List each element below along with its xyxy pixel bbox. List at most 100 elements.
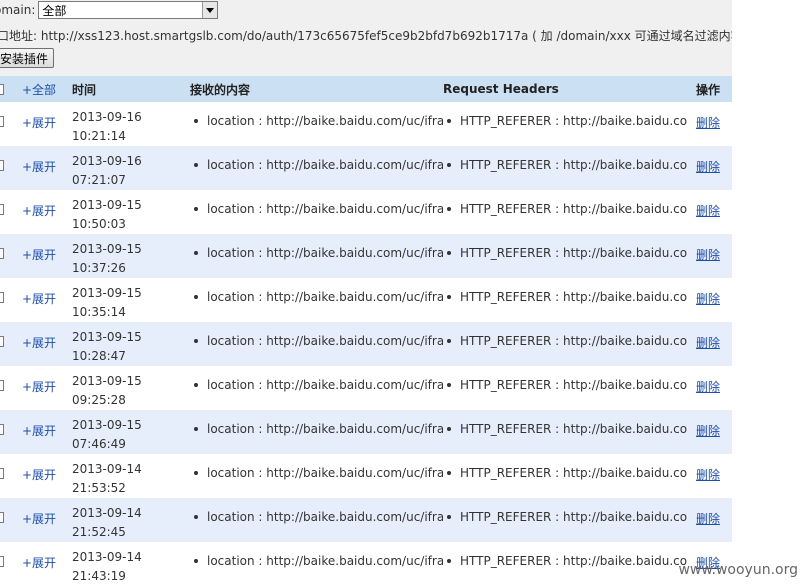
row-expand-cell: +展开: [22, 498, 72, 542]
expand-link[interactable]: +展开: [22, 278, 72, 307]
row-expand-cell: +展开: [22, 542, 72, 586]
row-checkbox[interactable]: [0, 512, 4, 523]
interface-address: 口地址: http://xss123.host.smartgslb.com/do…: [0, 28, 748, 43]
row-content: location : http://baike.baidu.com/uc/ifr…: [207, 510, 443, 524]
row-request-header: HTTP_REFERER : http://baike.baidu.co: [460, 510, 688, 524]
row-content-cell: location : http://baike.baidu.com/uc/ifr…: [190, 102, 443, 146]
table-row: +展开 2013-09-14 21:53:52 location : http://b…: [0, 454, 732, 498]
expand-link[interactable]: +展开: [22, 542, 72, 571]
row-date: 2013-09-15: [72, 330, 142, 344]
select-all-checkbox[interactable]: [0, 83, 4, 95]
expand-link[interactable]: +展开: [22, 146, 72, 175]
row-request-header: HTTP_REFERER : http://baike.baidu.co: [460, 246, 688, 260]
row-expand-cell: +展开: [22, 234, 72, 278]
row-time: 07:46:49: [72, 437, 126, 451]
row-checkbox[interactable]: [0, 468, 4, 479]
row-content-cell: location : http://baike.baidu.com/uc/ifr…: [190, 322, 443, 366]
row-time-cell: 2013-09-15 07:46:49: [72, 410, 190, 454]
expand-link[interactable]: +展开: [22, 234, 72, 263]
row-content: location : http://baike.baidu.com/uc/ifr…: [207, 202, 443, 216]
expand-link[interactable]: +展开: [22, 454, 72, 483]
delete-link[interactable]: 删除: [696, 102, 732, 131]
row-expand-cell: +展开: [22, 322, 72, 366]
delete-link[interactable]: 删除: [696, 454, 732, 483]
row-checkbox[interactable]: [0, 292, 4, 303]
bullet-icon: [194, 339, 198, 343]
row-request-header: HTTP_REFERER : http://baike.baidu.co: [460, 158, 688, 172]
expand-link[interactable]: +展开: [22, 410, 72, 439]
row-request-header: HTTP_REFERER : http://baike.baidu.co: [460, 554, 688, 568]
table-row: +展开 2013-09-16 10:21:14 location : http://b…: [0, 102, 732, 146]
expand-all-header: +全部: [22, 76, 72, 102]
delete-link[interactable]: 删除: [696, 146, 732, 175]
delete-link[interactable]: 删除: [696, 234, 732, 263]
table-row: +展开 2013-09-15 07:46:49 location : http://b…: [0, 410, 732, 454]
table-row: +展开 2013-09-16 07:21:07 location : http://b…: [0, 146, 732, 190]
expand-link[interactable]: +展开: [22, 102, 72, 131]
row-request-header: HTTP_REFERER : http://baike.baidu.co: [460, 202, 688, 216]
row-time-cell: 2013-09-15 10:37:26: [72, 234, 190, 278]
table-row: +展开 2013-09-14 21:52:45 location : http://b…: [0, 498, 732, 542]
row-expand-cell: +展开: [22, 278, 72, 322]
row-date: 2013-09-16: [72, 154, 142, 168]
bullet-icon: [194, 559, 198, 563]
row-checkbox[interactable]: [0, 204, 4, 215]
row-time: 10:50:03: [72, 217, 126, 231]
row-expand-cell: +展开: [22, 146, 72, 190]
domain-select[interactable]: 全部: [38, 1, 219, 19]
row-checkbox[interactable]: [0, 116, 4, 127]
row-date: 2013-09-16: [72, 110, 142, 124]
row-time-cell: 2013-09-14 21:53:52: [72, 454, 190, 498]
row-content: location : http://baike.baidu.com/uc/ifr…: [207, 246, 443, 260]
time-header: 时间: [72, 76, 190, 102]
row-checkbox[interactable]: [0, 336, 4, 347]
row-time-cell: 2013-09-16 07:21:07: [72, 146, 190, 190]
row-time: 21:53:52: [72, 481, 126, 495]
delete-link[interactable]: 删除: [696, 498, 732, 527]
expand-link[interactable]: +展开: [22, 190, 72, 219]
row-checkbox[interactable]: [0, 424, 4, 435]
install-plugin-button[interactable]: 安装插件: [0, 48, 55, 68]
row-content-cell: location : http://baike.baidu.com/uc/ifr…: [190, 146, 443, 190]
bullet-icon: [194, 251, 198, 255]
row-time: 10:35:14: [72, 305, 126, 319]
row-content: location : http://baike.baidu.com/uc/ifr…: [207, 422, 443, 436]
row-checkbox[interactable]: [0, 248, 4, 259]
delete-link[interactable]: 删除: [696, 322, 732, 351]
expand-all-link[interactable]: +全部: [22, 83, 56, 97]
delete-link[interactable]: 删除: [696, 190, 732, 219]
row-expand-cell: +展开: [22, 454, 72, 498]
row-date: 2013-09-15: [72, 242, 142, 256]
bullet-icon: [447, 339, 451, 343]
expand-link[interactable]: +展开: [22, 498, 72, 527]
chevron-down-icon[interactable]: [202, 2, 218, 18]
row-checkbox[interactable]: [0, 160, 4, 171]
table-header-row: +全部 时间 接收的内容 Request Headers 操作: [0, 76, 732, 102]
row-actions-cell: 删除: [696, 498, 732, 542]
bullet-icon: [447, 251, 451, 255]
delete-link[interactable]: 删除: [696, 410, 732, 439]
row-expand-cell: +展开: [22, 366, 72, 410]
row-content-cell: location : http://baike.baidu.com/uc/ifr…: [190, 234, 443, 278]
log-table: +全部 时间 接收的内容 Request Headers 操作 +展开 2013-…: [0, 76, 732, 586]
row-date: 2013-09-15: [72, 418, 142, 432]
bullet-icon: [447, 471, 451, 475]
row-checkbox[interactable]: [0, 380, 4, 391]
request-headers-header: Request Headers: [443, 76, 696, 102]
row-request-header: HTTP_REFERER : http://baike.baidu.co: [460, 334, 688, 348]
actions-header: 操作: [696, 76, 732, 102]
row-actions-cell: 删除: [696, 190, 732, 234]
expand-link[interactable]: +展开: [22, 322, 72, 351]
row-content-cell: location : http://baike.baidu.com/uc/ifr…: [190, 454, 443, 498]
delete-link[interactable]: 删除: [696, 366, 732, 395]
row-time: 09:25:28: [72, 393, 126, 407]
bullet-icon: [447, 427, 451, 431]
select-all-cell: [0, 76, 22, 102]
row-select-cell: [0, 278, 22, 322]
row-headers-cell: HTTP_REFERER : http://baike.baidu.co: [443, 498, 696, 542]
delete-link[interactable]: 删除: [696, 278, 732, 307]
row-checkbox[interactable]: [0, 556, 4, 567]
bullet-icon: [194, 515, 198, 519]
bullet-icon: [447, 295, 451, 299]
expand-link[interactable]: +展开: [22, 366, 72, 395]
